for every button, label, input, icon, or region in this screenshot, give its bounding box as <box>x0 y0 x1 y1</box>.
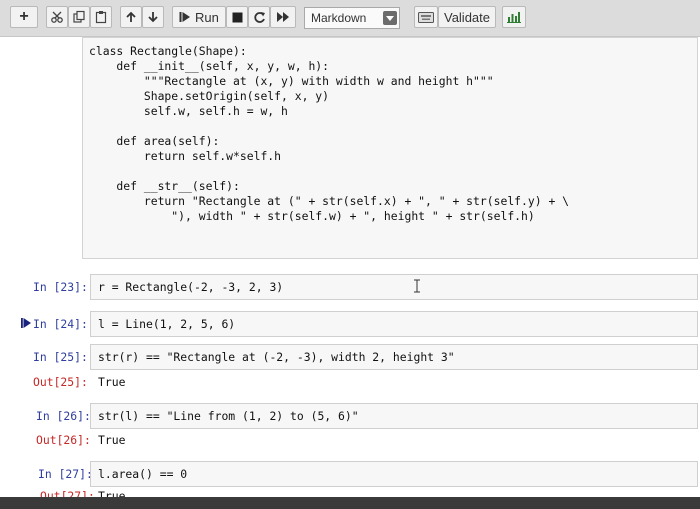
interrupt-button[interactable] <box>226 6 248 28</box>
class-code-editor[interactable]: class Rectangle(Shape): def __init__(sel… <box>89 44 569 224</box>
code-line: def __init__(self, x, y, w, h): <box>89 59 330 73</box>
chevron-down-icon <box>383 11 397 25</box>
cell-type-value: Markdown <box>311 11 367 25</box>
chart-button[interactable] <box>502 6 526 28</box>
code-line: """Rectangle at (x, y) with width w and … <box>89 74 494 88</box>
cell-type-select[interactable]: Markdown <box>304 7 400 29</box>
stop-icon <box>232 12 242 22</box>
keyboard-button[interactable] <box>414 6 438 28</box>
run-indicator-icon[interactable] <box>21 318 31 328</box>
code-cell-input[interactable]: l.area() == 0 <box>98 467 187 482</box>
plus-icon: + <box>19 8 29 25</box>
restart-run-all-button[interactable] <box>270 6 296 28</box>
in-prompt: In [24]: <box>33 317 88 331</box>
restart-icon <box>253 11 265 23</box>
in-prompt: In [26]: <box>36 409 91 423</box>
in-prompt: In [23]: <box>33 280 88 294</box>
screen-bezel <box>0 497 700 509</box>
cell-output: True <box>98 375 126 389</box>
code-cell-27[interactable]: l.area() == 0 <box>90 461 698 487</box>
notebook-area: class Rectangle(Shape): def __init__(sel… <box>0 37 700 509</box>
move-up-button[interactable] <box>120 6 142 28</box>
code-line: def area(self): <box>89 134 220 148</box>
text-cursor-icon <box>414 279 420 293</box>
code-line: Shape.setOrigin(self, x, y) <box>89 89 330 103</box>
code-cell-25[interactable]: str(r) == "Rectangle at (-2, -3), width … <box>90 344 698 370</box>
validate-button[interactable]: Validate <box>438 6 496 28</box>
validate-button-label: Validate <box>443 9 490 25</box>
run-icon <box>179 12 190 22</box>
notebook-toolbar: + Run Markdown Validate <box>0 0 700 37</box>
copy-button[interactable] <box>68 6 90 28</box>
fast-forward-icon <box>277 12 289 22</box>
code-cell-26[interactable]: str(l) == "Line from (1, 2) to (5, 6)" <box>90 403 698 429</box>
code-line: class Rectangle(Shape): <box>89 44 247 58</box>
code-cell-input[interactable]: str(l) == "Line from (1, 2) to (5, 6)" <box>98 409 359 424</box>
restart-button[interactable] <box>248 6 270 28</box>
chart-icon <box>507 12 521 23</box>
cut-button[interactable] <box>46 6 68 28</box>
code-line: def __str__(self): <box>89 179 240 193</box>
cut-icon <box>51 11 63 23</box>
class-code-cell[interactable]: class Rectangle(Shape): def __init__(sel… <box>82 37 698 259</box>
code-line: "), width " + str(self.w) + ", height " … <box>89 209 535 223</box>
out-prompt: Out[26]: <box>36 433 91 447</box>
paste-icon <box>95 11 107 24</box>
code-cell-24[interactable]: l = Line(1, 2, 5, 6) <box>90 311 698 337</box>
code-cell-input[interactable]: l = Line(1, 2, 5, 6) <box>98 317 235 332</box>
code-cell-input[interactable]: r = Rectangle(-2, -3, 2, 3) <box>98 280 283 295</box>
code-line: return "Rectangle at (" + str(self.x) + … <box>89 194 570 208</box>
validate-icon <box>418 11 434 23</box>
move-down-button[interactable] <box>142 6 164 28</box>
code-line: return self.w*self.h <box>89 149 282 163</box>
add-cell-button[interactable]: + <box>10 6 38 28</box>
copy-icon <box>73 10 85 23</box>
run-button[interactable]: Run <box>172 6 226 28</box>
out-prompt: Out[25]: <box>33 375 88 389</box>
code-cell-23[interactable]: r = Rectangle(-2, -3, 2, 3) <box>90 274 698 300</box>
code-line: self.w, self.h = w, h <box>89 104 288 118</box>
cell-output: True <box>98 433 126 447</box>
move-up-icon <box>126 11 136 22</box>
paste-button[interactable] <box>90 6 112 28</box>
in-prompt: In [27]: <box>38 467 93 481</box>
move-down-icon <box>148 12 158 23</box>
code-cell-input[interactable]: str(r) == "Rectangle at (-2, -3), width … <box>98 350 455 365</box>
run-button-label: Run <box>195 9 219 25</box>
in-prompt: In [25]: <box>33 350 88 364</box>
